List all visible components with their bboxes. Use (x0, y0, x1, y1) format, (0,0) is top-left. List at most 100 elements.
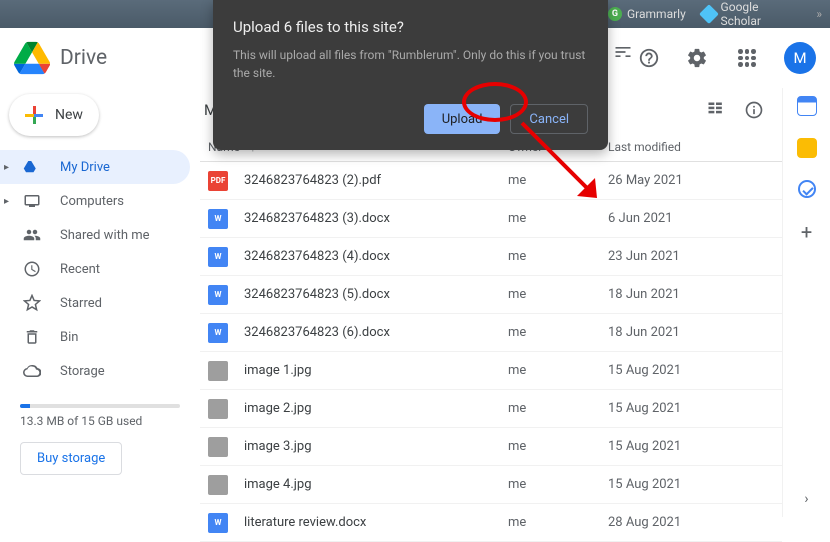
file-name: image 2.jpg (244, 401, 508, 416)
upload-dialog: Upload 6 files to this site? This will u… (213, 0, 608, 150)
docx-icon: W (208, 209, 228, 229)
file-name: image 3.jpg (244, 439, 508, 454)
docx-icon: W (208, 285, 228, 305)
sidebar-item-label: Starred (60, 296, 102, 311)
file-owner: me (508, 287, 608, 302)
side-panel: + › (782, 88, 830, 517)
adjust-icon[interactable] (613, 42, 633, 62)
sidebar: New ▸My Drive ▸Computers Shared with me … (0, 88, 200, 517)
file-owner: me (508, 401, 608, 416)
apps-icon[interactable] (738, 49, 756, 67)
file-date: 15 Aug 2021 (608, 401, 764, 416)
file-date: 15 Aug 2021 (608, 477, 764, 492)
drive-icon (22, 157, 42, 177)
sidebar-item-starred[interactable]: Starred (0, 286, 190, 320)
cloud-icon (22, 361, 42, 381)
sidebar-item-my-drive[interactable]: ▸My Drive (0, 150, 190, 184)
table-row[interactable]: W 3246823764823 (3).docxme6 Jun 2021 (200, 200, 782, 238)
file-date: 15 Aug 2021 (608, 363, 764, 378)
file-name: image 4.jpg (244, 477, 508, 492)
sidebar-item-storage[interactable]: Storage (0, 354, 190, 388)
avatar[interactable]: M (784, 42, 816, 74)
clock-icon (22, 259, 42, 279)
file-name: 3246823764823 (2).pdf (244, 173, 508, 188)
sidebar-item-label: Storage (60, 364, 105, 379)
file-date: 18 Jun 2021 (608, 325, 764, 340)
table-row[interactable]: image 4.jpgme15 Aug 2021 (200, 466, 782, 504)
people-icon (22, 225, 42, 245)
table-row[interactable]: image 2.jpgme15 Aug 2021 (200, 390, 782, 428)
bookmark-scholar[interactable]: Google Scholar (702, 0, 801, 28)
file-owner: me (508, 477, 608, 492)
file-name: 3246823764823 (5).docx (244, 287, 508, 302)
tasks-icon[interactable] (798, 180, 816, 198)
file-name: literature review.docx (244, 515, 508, 530)
sidebar-item-recent[interactable]: Recent (0, 252, 190, 286)
file-owner: me (508, 249, 608, 264)
col-modified[interactable]: Last modified (608, 140, 764, 154)
bookmarks-more-icon[interactable]: » (816, 7, 822, 21)
upload-button[interactable]: Upload (424, 104, 501, 134)
info-icon[interactable] (744, 100, 764, 120)
new-button[interactable]: New (9, 94, 99, 136)
gear-icon[interactable] (686, 47, 708, 69)
file-name: 3246823764823 (6).docx (244, 325, 508, 340)
file-owner: me (508, 211, 608, 226)
sidebar-item-bin[interactable]: Bin (0, 320, 190, 354)
file-owner: me (508, 515, 608, 530)
sidebar-item-shared[interactable]: Shared with me (0, 218, 190, 252)
sidebar-item-label: Shared with me (60, 228, 150, 243)
img-icon (208, 361, 228, 381)
img-icon (208, 475, 228, 495)
computers-icon (22, 191, 42, 211)
calendar-icon[interactable] (797, 96, 817, 116)
file-owner: me (508, 173, 608, 188)
file-date: 26 May 2021 (608, 173, 764, 188)
file-name: 3246823764823 (4).docx (244, 249, 508, 264)
file-date: 18 Jun 2021 (608, 287, 764, 302)
pdf-icon: PDF (208, 171, 228, 191)
help-icon[interactable] (638, 47, 660, 69)
buy-storage-button[interactable]: Buy storage (20, 442, 122, 475)
file-date: 23 Jun 2021 (608, 249, 764, 264)
add-icon[interactable]: + (801, 220, 812, 244)
chevron-right-icon: ▸ (4, 196, 9, 207)
scholar-icon (699, 4, 719, 24)
file-date: 6 Jun 2021 (608, 211, 764, 226)
file-name: 3246823764823 (3).docx (244, 211, 508, 226)
file-name: image 1.jpg (244, 363, 508, 378)
dialog-message: This will upload all files from "Rumbler… (233, 46, 588, 82)
sidebar-item-label: My Drive (60, 160, 110, 175)
table-row[interactable]: PDF 3246823764823 (2).pdfme26 May 2021 (200, 162, 782, 200)
file-date: 15 Aug 2021 (608, 439, 764, 454)
img-icon (208, 399, 228, 419)
file-date: 28 Aug 2021 (608, 515, 764, 530)
docx-icon: W (208, 323, 228, 343)
table-row[interactable]: W 3246823764823 (4).docxme23 Jun 2021 (200, 238, 782, 276)
file-owner: me (508, 439, 608, 454)
sidebar-item-computers[interactable]: ▸ Computers (0, 184, 190, 218)
table-row[interactable]: W3246823764823 (6).docxme18 Jun 2021 (200, 314, 782, 352)
sidebar-item-label: Bin (60, 330, 78, 345)
table-row[interactable]: W 3246823764823 (5).docxme18 Jun 2021 (200, 276, 782, 314)
chevron-right-icon[interactable]: › (804, 491, 808, 507)
plus-icon (23, 104, 45, 126)
dialog-title: Upload 6 files to this site? (233, 18, 588, 36)
star-icon (22, 293, 42, 313)
img-icon (208, 437, 228, 457)
table-row[interactable]: image 3.jpgme15 Aug 2021 (200, 428, 782, 466)
grammarly-icon: G (608, 7, 622, 21)
table-row[interactable]: Wliterature review.docxme28 Aug 2021 (200, 504, 782, 542)
docx-icon: W (208, 247, 228, 267)
drive-logo-icon[interactable] (14, 40, 50, 76)
storage-info: 13.3 MB of 15 GB used Buy storage (0, 388, 200, 475)
storage-text: 13.3 MB of 15 GB used (20, 414, 180, 428)
table-row[interactable]: image 1.jpgme15 Aug 2021 (200, 352, 782, 390)
cancel-button[interactable]: Cancel (510, 104, 588, 134)
keep-icon[interactable] (797, 138, 817, 158)
grid-view-icon[interactable] (706, 100, 726, 120)
file-owner: me (508, 363, 608, 378)
sidebar-item-label: Computers (60, 194, 124, 209)
content-area: M Name ↑ Owner Last modified PDF32468237… (200, 88, 782, 517)
bookmark-grammarly[interactable]: GGrammarly (608, 7, 686, 21)
